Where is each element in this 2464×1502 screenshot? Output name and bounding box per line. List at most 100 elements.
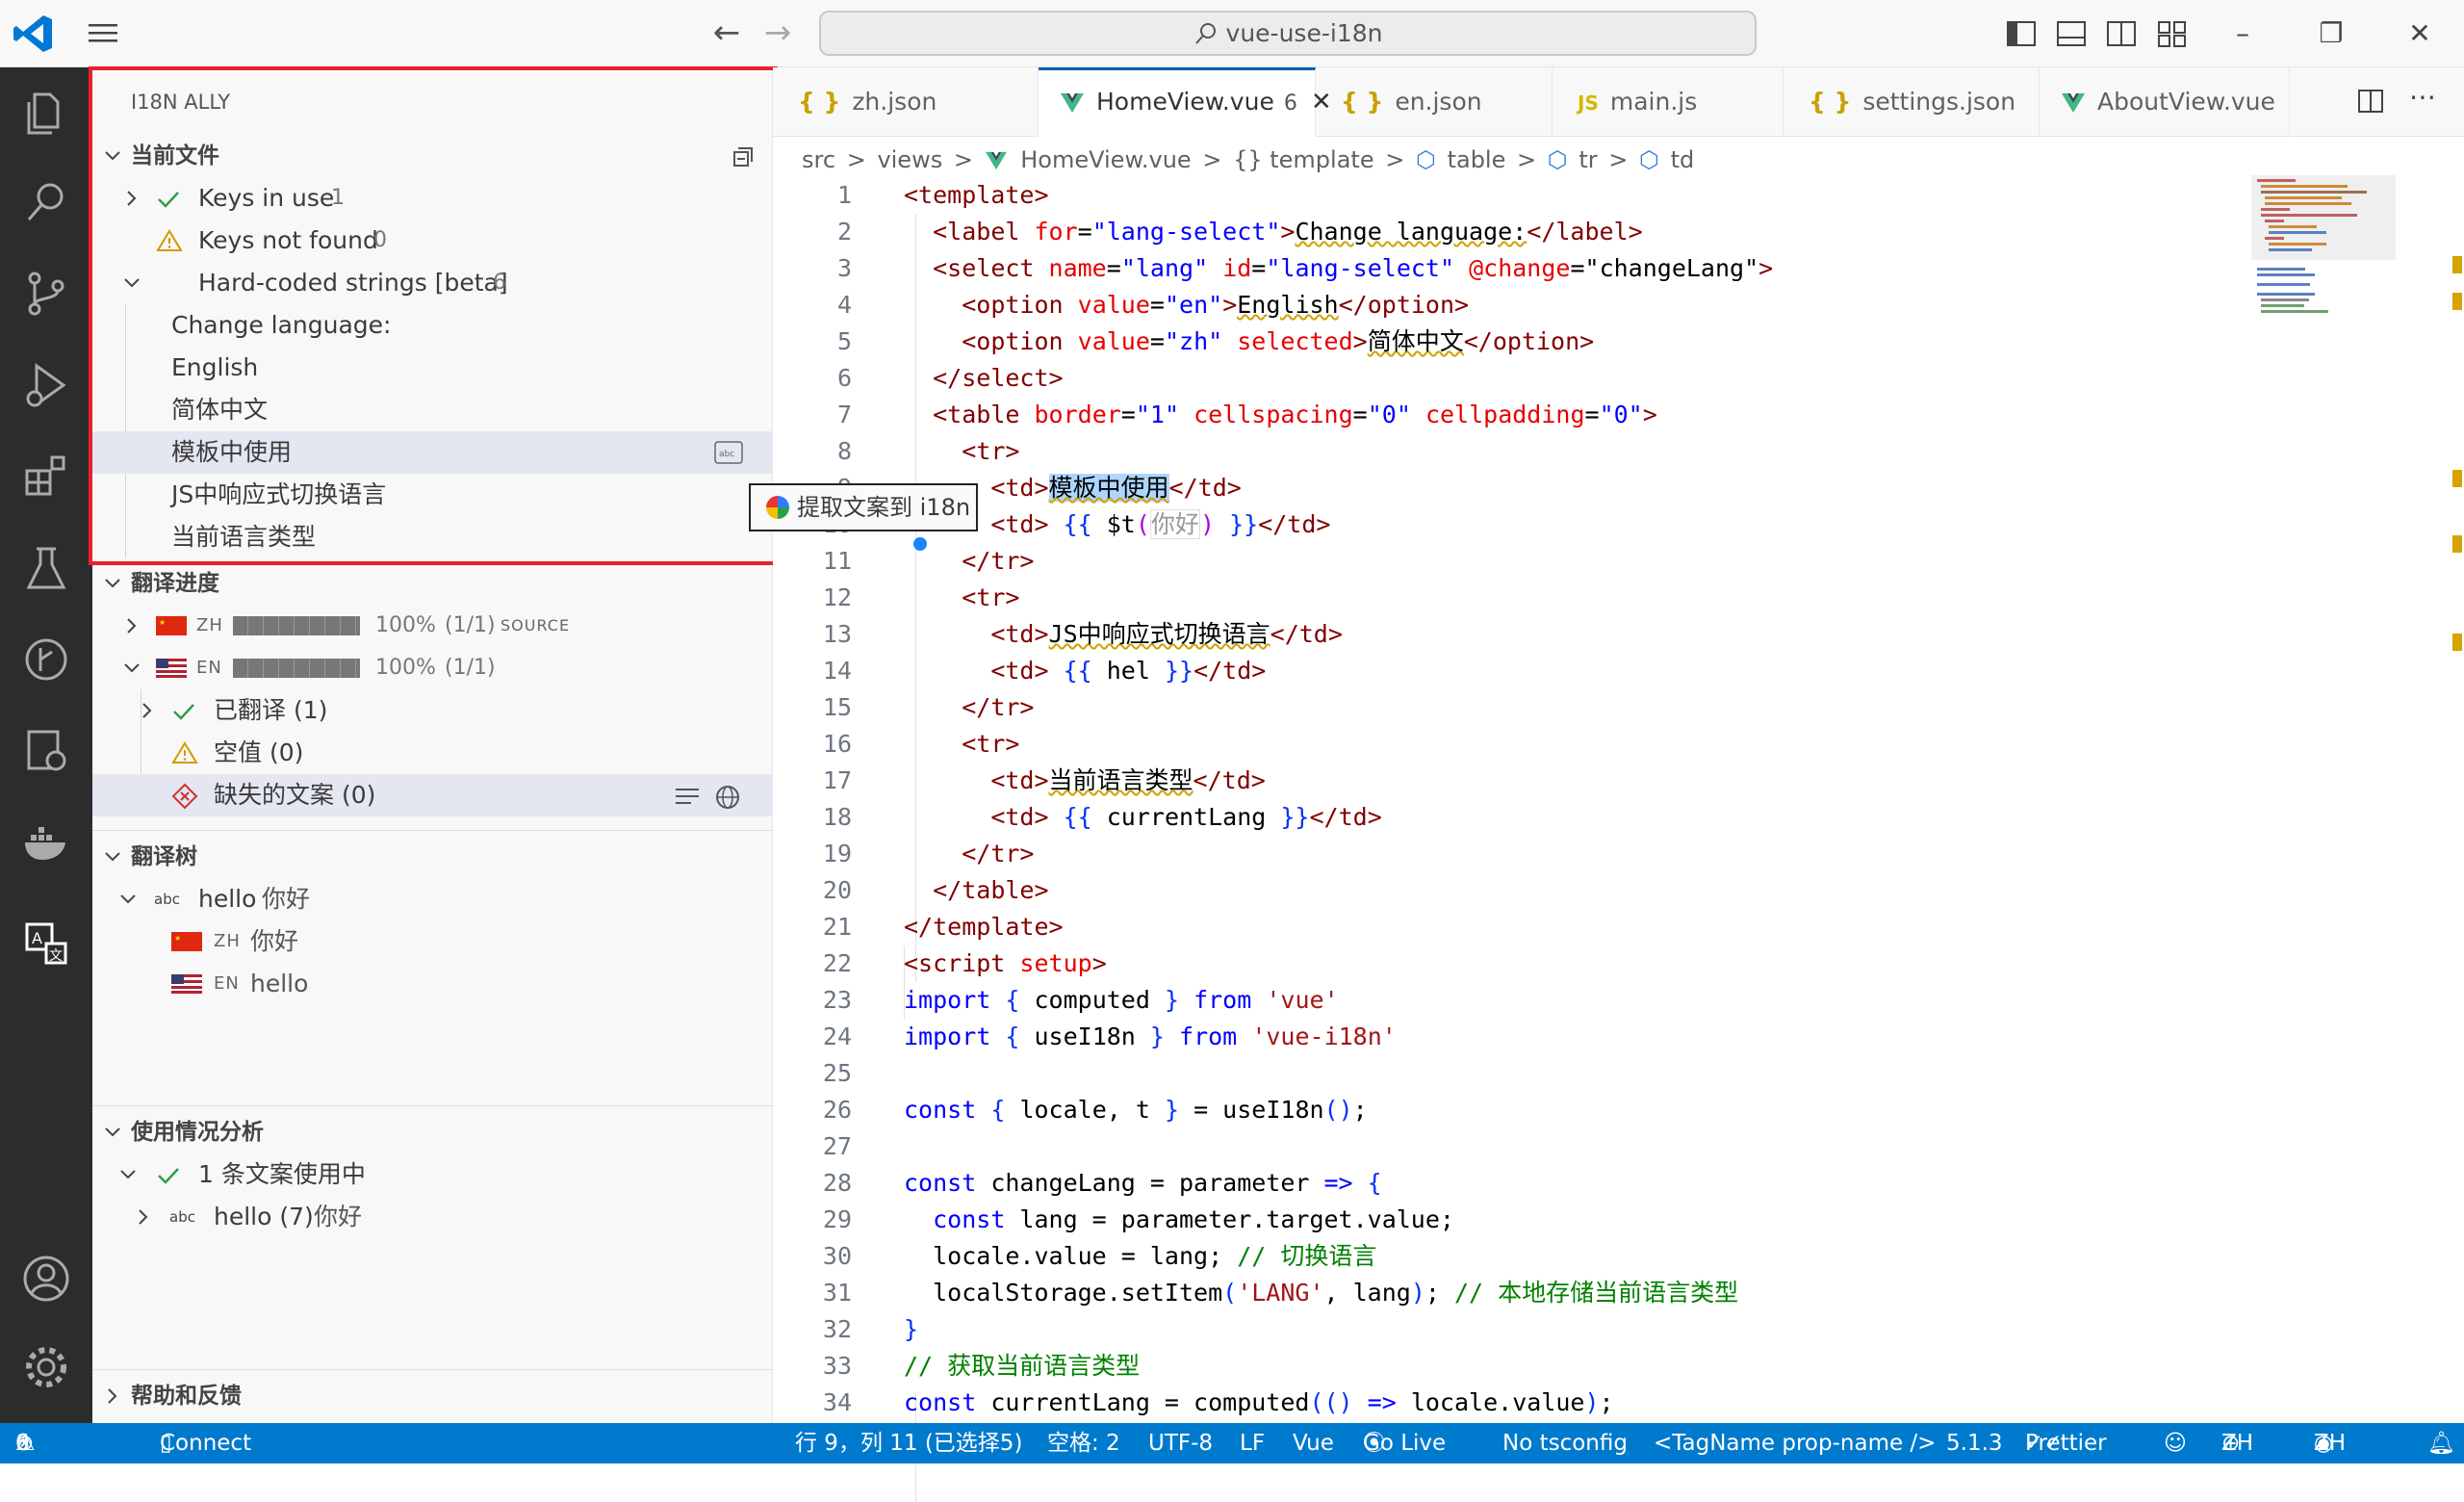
breadcrumb-item[interactable]: td	[1671, 146, 1695, 173]
back-arrow-icon[interactable]: ←	[706, 13, 748, 52]
more-actions-icon[interactable]: ⋯	[2409, 81, 2436, 113]
breadcrumb-item[interactable]: views	[877, 146, 942, 173]
hardcoded-string-item[interactable]: JS中响应式切换语言	[92, 474, 773, 516]
i18n-ally-icon[interactable]: A文	[17, 915, 75, 972]
vscode-logo-icon[interactable]	[12, 12, 56, 56]
feedback-icon[interactable]: ☺	[2164, 1423, 2187, 1463]
hardcoded-string-item[interactable]: Change language:	[92, 304, 773, 347]
breadcrumb-item[interactable]: table	[1448, 146, 1506, 173]
progress-item-zh[interactable]: ★ ZH 100% (1/1) SOURCE	[92, 605, 773, 647]
section-translation-progress[interactable]: 翻译进度	[92, 562, 773, 605]
usage-in-use[interactable]: 1 条文案使用中	[92, 1153, 773, 1196]
accounts-icon[interactable]	[17, 1250, 75, 1308]
tree-key-hello[interactable]: abc hello 你好	[92, 878, 773, 920]
breadcrumb-item[interactable]: HomeView.vue	[1020, 146, 1191, 173]
encoding[interactable]: UTF-8	[1148, 1423, 1213, 1463]
extract-text-icon[interactable]: abc	[714, 441, 743, 464]
progress-missing[interactable]: 缺失的文案 (0)	[92, 774, 773, 816]
section-usage-analysis[interactable]: 使用情况分析	[92, 1111, 773, 1153]
run-debug-icon[interactable]	[17, 356, 75, 414]
hardcoded-string-item[interactable]: 简体中文	[92, 389, 773, 431]
connect-label: Connect	[160, 1431, 252, 1456]
minimize-button[interactable]: –	[2214, 10, 2272, 58]
tab-aboutview-vue[interactable]: AboutView.vue	[2040, 67, 2290, 137]
globe-icon[interactable]	[714, 784, 741, 811]
section-translation-tree[interactable]: 翻译树	[92, 836, 773, 878]
json-icon: { }	[1809, 88, 1852, 116]
hardcoded-string-item[interactable]: English	[92, 347, 773, 389]
search-icon[interactable]	[17, 173, 75, 231]
collapse-all-icon[interactable]	[732, 145, 755, 168]
scrollbar-markers[interactable]	[2452, 175, 2462, 657]
minimap[interactable]	[2251, 175, 2396, 320]
line-number: 13	[822, 620, 852, 648]
search-icon	[1194, 22, 1216, 44]
breadcrumb-item[interactable]: tr	[1578, 146, 1597, 173]
tab-en-json[interactable]: { } en.json	[1316, 67, 1553, 137]
toggle-secondary-sidebar-icon[interactable]	[2105, 17, 2138, 50]
section-help-feedback[interactable]: 帮助和反馈	[92, 1375, 773, 1417]
code-line: <td> {{ hel }}</td>	[990, 657, 1267, 685]
docker-icon[interactable]	[17, 814, 75, 871]
ts-version[interactable]: 5.1.3	[1946, 1423, 2003, 1463]
tab-label: en.json	[1395, 88, 1482, 116]
tree-item-keys-in-use[interactable]: Keys in use 1	[92, 177, 773, 220]
code-line: locale.value = lang; // 切换语言	[904, 1242, 1377, 1270]
tree-value-en[interactable]: EN hello	[92, 963, 773, 1005]
progress-empty[interactable]: 空值 (0)	[92, 732, 773, 774]
breadcrumb-item[interactable]: {} template	[1233, 146, 1374, 173]
progress-translated[interactable]: 已翻译 (1)	[92, 689, 773, 732]
settings-gear-icon[interactable]	[17, 1338, 75, 1396]
missing-diamond-icon	[171, 783, 198, 810]
tab-main-js[interactable]: JS main.js	[1553, 67, 1784, 137]
toggle-panel-icon[interactable]	[2055, 17, 2088, 50]
tab-settings-json[interactable]: { } settings.json	[1784, 67, 2040, 137]
extensions-icon[interactable]	[17, 448, 75, 505]
git-graph-icon[interactable]	[17, 631, 75, 688]
explorer-icon[interactable]	[17, 85, 75, 142]
editor-area: { } zh.json HomeView.vue 6 ✕ { } en.json JS m…	[773, 67, 2464, 1502]
hamburger-menu-icon[interactable]	[85, 17, 123, 50]
customize-layout-icon[interactable]	[2156, 17, 2189, 50]
source-control-icon[interactable]	[17, 265, 75, 323]
remote-explorer-icon[interactable]	[17, 722, 75, 780]
code-line: <label for="lang-select">Change language…	[933, 218, 1643, 246]
split-editor-icon[interactable]	[2356, 87, 2385, 116]
tab-zh-json[interactable]: { } zh.json	[773, 67, 1039, 137]
cursor-position[interactable]: 行 9，列 11 (已选择5)	[795, 1423, 1022, 1463]
breadcrumb-item[interactable]: src	[802, 146, 835, 173]
progress-item-en[interactable]: EN 100% (1/1)	[92, 647, 773, 689]
end-of-line[interactable]: LF	[1240, 1423, 1265, 1463]
extract-to-i18n-tooltip[interactable]: 提取文案到 i18n	[749, 483, 978, 531]
line-number: 21	[822, 913, 852, 941]
tsconfig-status[interactable]: No tsconfig	[1502, 1423, 1628, 1463]
svg-text:abc: abc	[154, 891, 180, 908]
language-mode[interactable]: Vue	[1293, 1423, 1334, 1463]
tree-item-hardcoded-strings[interactable]: Hard-coded strings [beta] 6	[92, 262, 773, 304]
close-window-button[interactable]: ✕	[2391, 10, 2449, 58]
svg-text:★: ★	[159, 618, 166, 627]
line-number: 19	[822, 840, 852, 868]
toggle-primary-sidebar-icon[interactable]	[2005, 17, 2038, 50]
indentation[interactable]: 空格: 2	[1047, 1423, 1120, 1463]
line-number: 6	[836, 364, 852, 392]
tab-homeview-vue[interactable]: HomeView.vue 6 ✕	[1039, 67, 1332, 137]
forward-arrow-icon[interactable]: →	[757, 13, 799, 52]
list-icon[interactable]	[674, 785, 701, 808]
go-live-label: Go Live	[1363, 1431, 1447, 1456]
usage-key-hello[interactable]: abc hello (7) 你好	[92, 1196, 773, 1238]
string-label: 简体中文	[171, 396, 269, 424]
section-current-file[interactable]: 当前文件	[92, 135, 773, 177]
tagname-status[interactable]: <TagName prop-name />	[1654, 1423, 1936, 1463]
notifications-icon[interactable]: 🔔︎	[2427, 1423, 2455, 1463]
line-number: 14	[822, 657, 852, 685]
command-center-search[interactable]: vue-use-i18n	[819, 11, 1757, 56]
restore-button[interactable]: ❐	[2302, 10, 2360, 58]
hardcoded-string-item[interactable]: 模板中使用 abc	[92, 431, 773, 474]
tree-value-zh[interactable]: ★ ZH 你好	[92, 920, 773, 963]
hardcoded-string-item[interactable]: 当前语言类型	[92, 516, 773, 558]
source-tag: SOURCE	[500, 616, 571, 634]
tab-label: settings.json	[1862, 88, 2016, 116]
tree-item-keys-not-found[interactable]: Keys not found 0	[92, 220, 773, 262]
testing-icon[interactable]	[17, 539, 75, 597]
